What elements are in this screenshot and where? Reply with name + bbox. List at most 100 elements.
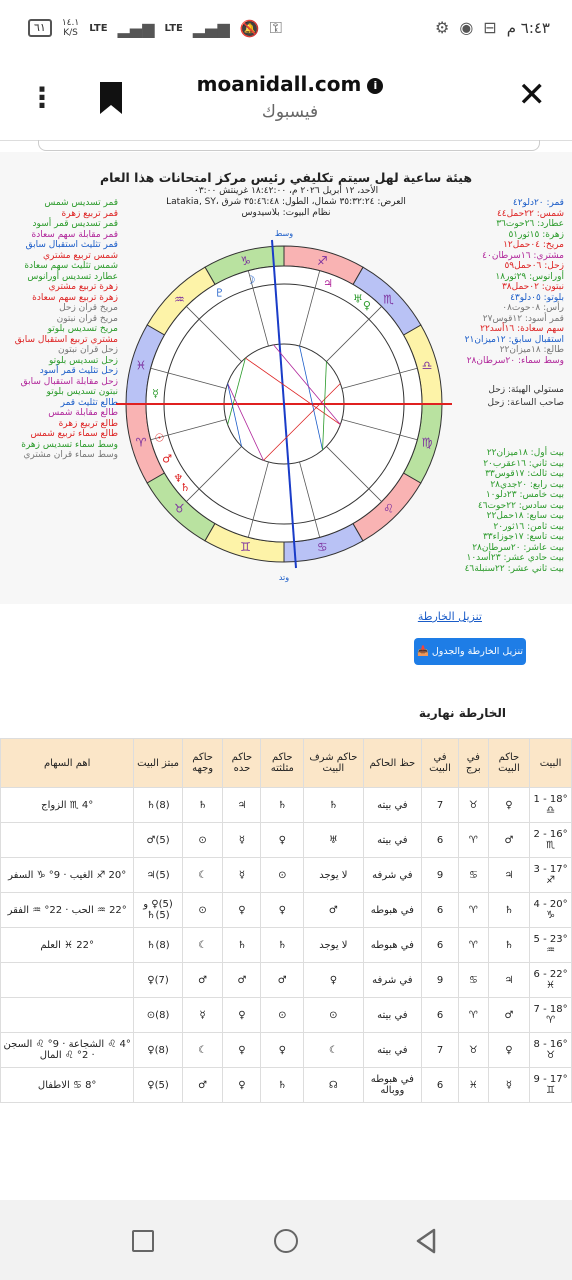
table-cell: 17° - 9 ♊ [529, 1067, 572, 1103]
table-cell: 16° - 8 ♉ [529, 1032, 572, 1068]
table-cell: في هبوطه ووباله [362, 1067, 423, 1103]
more-menu-icon[interactable]: ⋮ [28, 84, 56, 112]
table-cell: 6 [421, 822, 459, 858]
table-cell: (8)⊙ [133, 997, 183, 1033]
planet-glyph: ☿ [152, 387, 159, 400]
table-cell: في هبوطه [362, 892, 423, 928]
table-cell: ♄ [260, 1067, 305, 1103]
download-chart-link[interactable]: تنزيل الخارطة [418, 610, 482, 623]
close-icon[interactable]: ✕ [518, 78, 547, 112]
planets-list: قمر: ٢٠دلو٤٢ شمس: ٢٢حمل٤٤ عطارد: ٢٦حوت٣٦ زه… [452, 198, 564, 366]
gamepad-icon: ⊟ [483, 18, 497, 37]
table-cell: ♃ [222, 787, 262, 823]
table-cell: ⊙ [303, 997, 364, 1033]
horary-chart: هيئة ساعية لهل سيتم تكليفي رئيس مركز امت… [0, 152, 572, 604]
table-cell: (8)♄ [133, 927, 183, 963]
table-cell: ⊙ [181, 822, 224, 858]
table-cell: 16° - 2 ♏ [529, 822, 572, 858]
column-header: مبتز البيت [133, 738, 183, 788]
table-cell: 4° ♏ الزواج [0, 787, 135, 823]
table-cell: ♓ [457, 1067, 489, 1103]
url-subtitle: فيسبوك [261, 102, 319, 122]
zodiac-glyph: ♐ [317, 254, 328, 268]
planet-item: أورانوس: ٢٩ثور١٨ [495, 271, 564, 282]
browser-toolbar: ⋮ moanidall.com i فيسبوك ✕ [0, 58, 572, 141]
aspects-list: قمر تسديس شمس قمر تربيع زهرة قمر تسديس قمر… [8, 198, 118, 461]
table-cell: في بيته [362, 997, 423, 1033]
table-cell: ♀ [260, 1032, 305, 1068]
table-row: 18° - 7 ♈ ♂ ♈ 6 في بيته ⊙ ⊙ ♀ ☿ (8)⊙ [0, 997, 572, 1033]
aspect-item: زحل مقابلة استقبال سابق [20, 376, 118, 387]
planet-item: زهرة: ١٥ثور٥١ [508, 229, 564, 240]
zodiac-glyph: ♏ [383, 292, 394, 306]
planet-item: مريخ: ٠٤حمل١٢ [503, 240, 564, 250]
table-cell: 22° ♒ الحب · 22° ♒ الفقر [0, 892, 135, 928]
bookmark-icon[interactable] [98, 80, 124, 116]
table-cell: (8)♄ [133, 787, 183, 823]
planet-item: عطارد: ٢٦حوت٣٦ [496, 219, 564, 229]
planet-glyph: ♅ [353, 292, 363, 305]
table-cell: ⊙ [181, 892, 224, 928]
table-cell: ♂ [487, 997, 531, 1033]
aspect-item: شمس تثليث سهم سعادة [24, 261, 118, 271]
table-body: 18° - 1 ♎ ♀ ♉ 7 في بيته ♄ ♄ ♃ ♄ (8)♄ 4° ♏ الزواج 16… [0, 787, 572, 1103]
aspect-item: مريخ قران زحل [59, 303, 118, 313]
planet-glyph: ♃ [323, 277, 333, 290]
clock: ٦:٤٣ م [506, 18, 550, 37]
table-cell: ♀ [260, 892, 305, 928]
aspect-item: وسط سماء قران مشتري [23, 450, 118, 460]
aspect-item: طالع مقابلة شمس [48, 408, 118, 418]
zodiac-glyph: ♊ [240, 540, 251, 554]
planet-glyph: ☉ [154, 431, 164, 444]
table-row: 17° - 9 ♊ ☿ ♓ 6 في هبوطه ووباله ☊ ♄ ♀ ♂ (5)♀ 8° ♋ … [0, 1067, 572, 1103]
table-cell: ♈ [457, 997, 489, 1033]
table-row: 23° - 5 ♒ ♄ ♈ 6 في هبوطه لا يوجد ♄ ♄ ☾ (8)♄ 22° ♓ … [0, 927, 572, 963]
rulers-list: مستولي الهيئة: زحل صاحب الساعة: زحل [452, 384, 564, 410]
web-page: هيئة ساعية لهل سيتم تكليفي رئيس مركز امت… [0, 140, 572, 1200]
aspect-item: نبتون تسديس بلوتو [46, 387, 118, 397]
table-cell: ♄ [487, 892, 531, 928]
zodiac-glyph: ♑ [240, 254, 251, 268]
signal-icon-2: ▂▄▆ [192, 18, 230, 38]
table-cell: 6 [421, 1067, 459, 1103]
aspect-item: زحل تسديس بلوتو [49, 355, 118, 366]
url-title[interactable]: moanidall.com i [150, 72, 430, 96]
info-icon[interactable]: i [367, 77, 384, 94]
table-cell: ♂ [303, 892, 364, 928]
table-cell: 17° - 3 ♐ [529, 857, 572, 893]
download-chart-table-button[interactable]: 📥 تنزيل الخارطة والجدول [414, 638, 526, 665]
column-header: اهم السهام [0, 738, 135, 788]
aspect-item: زحل تثليث قمر أسود [39, 366, 118, 376]
house-cusp-item: بيت خامس: ٢٣دلو١٠ [485, 490, 564, 500]
table-cell: ♀ [222, 892, 262, 928]
recents-button[interactable] [132, 1230, 154, 1252]
zodiac-glyph: ♍ [422, 435, 433, 449]
net-speed: ١٤.١ K/S [61, 18, 80, 38]
mute-bell-icon: 🔕 [239, 18, 260, 38]
planet-item: قمر: ٢٠دلو٤٢ [512, 198, 564, 208]
table-cell: 7 [421, 1032, 459, 1068]
planet-item: استقبال سابق: ١٢ميزان٢١ [464, 334, 564, 345]
home-button[interactable] [274, 1229, 298, 1253]
ic-label: وتد [279, 573, 289, 582]
tab-edge [38, 140, 540, 151]
zodiac-glyph: ♒ [174, 292, 185, 306]
aspect-item: قمر تسديس قمر أسود [32, 219, 118, 229]
table-cell: ☿ [181, 997, 224, 1033]
column-header: في البيت [421, 738, 459, 788]
table-cell: ♀ [222, 1032, 262, 1068]
zodiac-glyph: ♎ [422, 359, 433, 373]
table-cell: (8)♀ [133, 1032, 183, 1068]
house-cusp-item: بيت سابع: ١٨حمل٢٢ [486, 511, 564, 521]
table-cell: 6 [421, 927, 459, 963]
status-left: ٦١ ١٤.١ K/S LTE ▂▄▆ LTE ▂▄▆ 🔕 ⚿ [28, 18, 282, 38]
table-cell: 4° ♌ الشجاعة · 9° ♌ السجن · 2° ♌ المال [0, 1032, 135, 1068]
back-button[interactable] [414, 1228, 438, 1254]
table-cell: ♈ [457, 892, 489, 928]
house-cusp-item: بيت عاشر: ٢٠سرطان٢٨ [472, 542, 564, 553]
table-cell: ♈ [457, 927, 489, 963]
planet-item: وسط سماء: ٢٠سرطان٢٨ [466, 355, 564, 366]
table-cell: ☿ [222, 822, 262, 858]
aspect-item: مريخ تسديس بلوتو [47, 324, 118, 334]
table-cell: ♀ [487, 1032, 531, 1068]
